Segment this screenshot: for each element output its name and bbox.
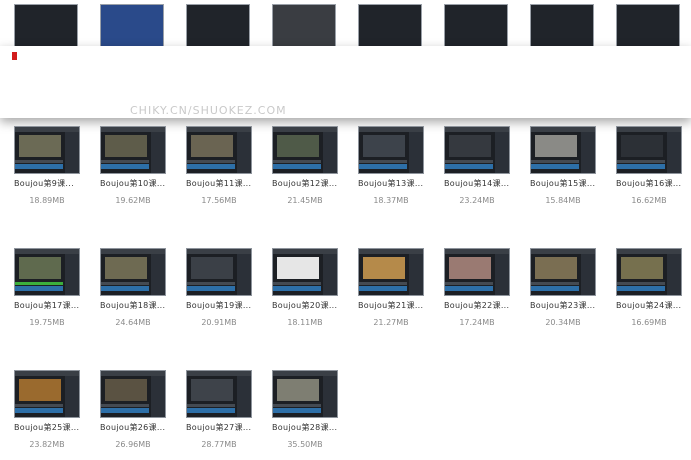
file-size: 21.45MB xyxy=(287,196,323,205)
file-name[interactable]: Boujou第22课... xyxy=(444,300,516,311)
popup-panel xyxy=(0,46,691,118)
file-size: 17.56MB xyxy=(201,196,237,205)
file-thumbnail[interactable] xyxy=(272,370,338,418)
file-name[interactable]: Boujou第12课... xyxy=(272,178,344,189)
file-thumbnail[interactable] xyxy=(186,370,252,418)
file-size: 20.34MB xyxy=(545,318,581,327)
file-name[interactable]: Boujou第27课... xyxy=(186,422,258,433)
file-size: 35.50MB xyxy=(287,440,323,449)
file-thumbnail[interactable] xyxy=(616,126,682,174)
thumbnail[interactable] xyxy=(14,4,78,48)
file-name[interactable]: Boujou第9课... xyxy=(14,178,86,189)
file-thumbnail[interactable] xyxy=(272,248,338,296)
file-name[interactable]: Boujou第20课... xyxy=(272,300,344,311)
thumbnail[interactable] xyxy=(272,4,336,48)
file-thumbnail[interactable] xyxy=(358,126,424,174)
file-name[interactable]: Boujou第21课... xyxy=(358,300,430,311)
file-size: 16.62MB xyxy=(631,196,667,205)
file-thumbnail[interactable] xyxy=(14,126,80,174)
file-name[interactable]: Boujou第14课... xyxy=(444,178,516,189)
file-size: 21.27MB xyxy=(373,318,409,327)
file-size: 15.84MB xyxy=(545,196,581,205)
file-size: 20.91MB xyxy=(201,318,237,327)
file-thumbnail[interactable] xyxy=(272,126,338,174)
thumbnail[interactable] xyxy=(444,4,508,48)
file-thumbnail[interactable] xyxy=(530,248,596,296)
file-size: 19.62MB xyxy=(115,196,151,205)
file-thumbnail[interactable] xyxy=(530,126,596,174)
file-thumbnail[interactable] xyxy=(14,248,80,296)
thumbnail[interactable] xyxy=(186,4,250,48)
file-size: 16.69MB xyxy=(631,318,667,327)
file-size: 18.89MB xyxy=(29,196,65,205)
thumbnail[interactable] xyxy=(616,4,680,48)
file-size: 18.37MB xyxy=(373,196,409,205)
red-marker xyxy=(12,52,17,60)
file-grid: CHIKY.CN/SHUOKEZ.COM Boujou第9课... 18.89M… xyxy=(0,0,691,460)
file-thumbnail[interactable] xyxy=(616,248,682,296)
file-thumbnail[interactable] xyxy=(444,126,510,174)
file-name[interactable]: Boujou第26课... xyxy=(100,422,172,433)
file-name[interactable]: Boujou第18课... xyxy=(100,300,172,311)
thumbnail[interactable] xyxy=(358,4,422,48)
file-name[interactable]: Boujou第11课... xyxy=(186,178,258,189)
file-thumbnail[interactable] xyxy=(100,248,166,296)
file-thumbnail[interactable] xyxy=(100,126,166,174)
file-name[interactable]: Boujou第23课... xyxy=(530,300,602,311)
file-name[interactable]: Boujou第19课... xyxy=(186,300,258,311)
file-thumbnail[interactable] xyxy=(186,248,252,296)
file-size: 19.75MB xyxy=(29,318,65,327)
file-thumbnail[interactable] xyxy=(186,126,252,174)
file-size: 26.96MB xyxy=(115,440,151,449)
file-thumbnail[interactable] xyxy=(358,248,424,296)
file-name[interactable]: Boujou第15课... xyxy=(530,178,602,189)
thumbnail[interactable] xyxy=(530,4,594,48)
file-thumbnail[interactable] xyxy=(14,370,80,418)
file-name[interactable]: Boujou第16课... xyxy=(616,178,688,189)
file-name[interactable]: Boujou第24课... xyxy=(616,300,688,311)
thumbnail[interactable] xyxy=(100,4,164,48)
file-size: 17.24MB xyxy=(459,318,495,327)
file-size: 24.64MB xyxy=(115,318,151,327)
file-name[interactable]: Boujou第10课... xyxy=(100,178,172,189)
watermark: CHIKY.CN/SHUOKEZ.COM xyxy=(130,104,287,117)
file-name[interactable]: Boujou第17课... xyxy=(14,300,86,311)
file-size: 18.11MB xyxy=(287,318,323,327)
file-name[interactable]: Boujou第13课... xyxy=(358,178,430,189)
file-thumbnail[interactable] xyxy=(444,248,510,296)
file-thumbnail[interactable] xyxy=(100,370,166,418)
file-name[interactable]: Boujou第25课... xyxy=(14,422,86,433)
file-size: 23.24MB xyxy=(459,196,495,205)
file-size: 28.77MB xyxy=(201,440,237,449)
file-size: 23.82MB xyxy=(29,440,65,449)
file-name[interactable]: Boujou第28课... xyxy=(272,422,344,433)
